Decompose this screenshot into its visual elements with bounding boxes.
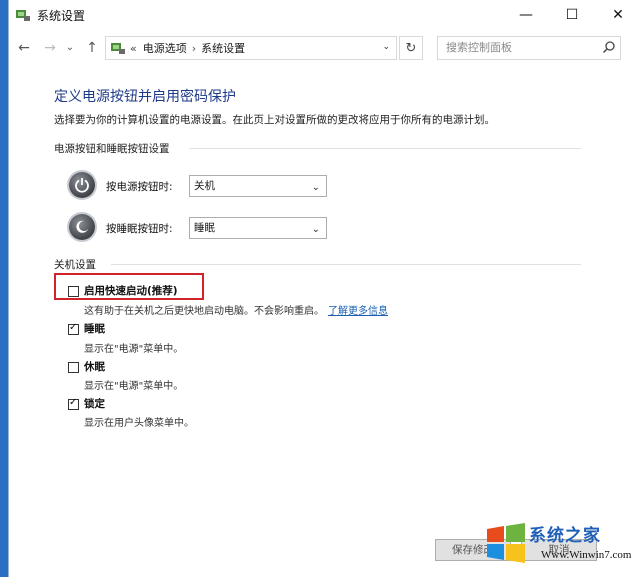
search-placeholder: 搜索控制面板 (446, 41, 512, 54)
hibernate-label: 休眠 (84, 361, 105, 373)
navigation-bar: ← → ⌄ ↑ « 电源选项 › 系统设置 ⌄ ↻ 搜索控制面板 (9, 32, 640, 64)
lock-label: 锁定 (84, 398, 105, 410)
sleep-button-icon (69, 214, 95, 240)
up-arrow-icon[interactable]: ↑ (83, 40, 101, 56)
content-area: 定义电源按钮并启用密码保护 选择要为你的计算机设置的电源设置。在此页上对设置所做… (9, 64, 640, 577)
watermark-text: 系统之家 (529, 526, 601, 546)
recent-locations-icon[interactable]: ⌄ (61, 40, 79, 56)
chevron-down-icon: ⌄ (311, 224, 320, 235)
sleep-button-label: 按睡眠按钮时: (106, 223, 173, 235)
shutdown-section-title: 关机设置 (54, 259, 96, 271)
minimize-button[interactable]: — (503, 0, 549, 30)
hibernate-description: 显示在"电源"菜单中。 (84, 381, 184, 392)
power-button-label: 按电源按钮时: (106, 181, 173, 193)
address-bar[interactable]: « 电源选项 › 系统设置 ⌄ (105, 36, 397, 60)
sleep-description: 显示在"电源"菜单中。 (84, 344, 184, 355)
windows-logo-icon (487, 523, 525, 563)
watermark-url: Www.Winwin7.com (541, 549, 632, 561)
section-divider (111, 264, 581, 265)
search-icon (602, 41, 615, 54)
close-button[interactable]: ✕ (595, 0, 640, 30)
page-description: 选择要为你的计算机设置的电源设置。在此页上对设置所做的更改将应用于你所有的电源计… (54, 114, 495, 126)
chevron-down-icon: ⌄ (311, 182, 320, 193)
sleep-button-value: 睡眠 (194, 222, 215, 234)
back-arrow-icon[interactable]: ← (15, 40, 33, 56)
sleep-checkbox[interactable] (68, 322, 79, 335)
lock-description: 显示在用户头像菜单中。 (84, 418, 194, 429)
search-input[interactable]: 搜索控制面板 (437, 36, 621, 60)
site-watermark: 系统之家 Www.Winwin7.com (485, 519, 640, 571)
breadcrumb-separator-icon: › (191, 41, 197, 55)
breadcrumb-power-options[interactable]: 电源选项 (143, 40, 187, 56)
power-button-value: 关机 (194, 180, 215, 192)
section-divider (189, 148, 581, 149)
breadcrumb-overflow-icon[interactable]: « (130, 42, 137, 55)
address-dropdown-icon[interactable]: ⌄ (382, 42, 390, 52)
sleep-button-select[interactable]: 睡眠 ⌄ (189, 217, 327, 239)
power-button-icon (69, 172, 95, 198)
lock-checkbox[interactable] (68, 397, 79, 410)
maximize-button[interactable]: ☐ (549, 0, 595, 30)
hibernate-checkbox[interactable] (68, 362, 79, 373)
control-panel-window: 系统设置 — ☐ ✕ ← → ⌄ ↑ « 电源选项 › 系统设置 ⌄ ↻ 搜索控… (8, 0, 640, 577)
control-panel-icon (111, 43, 125, 54)
refresh-icon: ↻ (405, 40, 417, 56)
sleep-label: 睡眠 (84, 323, 105, 335)
forward-arrow-icon[interactable]: → (41, 40, 59, 56)
learn-more-link[interactable]: 了解更多信息 (328, 306, 388, 317)
desktop-background (0, 0, 8, 577)
window-title: 系统设置 (37, 9, 86, 23)
fast-startup-description: 这有助于在关机之后更快地启动电脑。不会影响重启。 了解更多信息 (84, 306, 388, 317)
page-title: 定义电源按钮并启用密码保护 (54, 89, 236, 105)
refresh-button[interactable]: ↻ (399, 36, 423, 60)
power-button-select[interactable]: 关机 ⌄ (189, 175, 327, 197)
power-buttons-section-title: 电源按钮和睡眠按钮设置 (54, 143, 170, 155)
power-options-icon (16, 10, 30, 21)
title-bar: 系统设置 — ☐ ✕ (9, 0, 640, 30)
breadcrumb-system-settings[interactable]: 系统设置 (201, 40, 245, 56)
highlight-annotation-box (54, 273, 204, 300)
